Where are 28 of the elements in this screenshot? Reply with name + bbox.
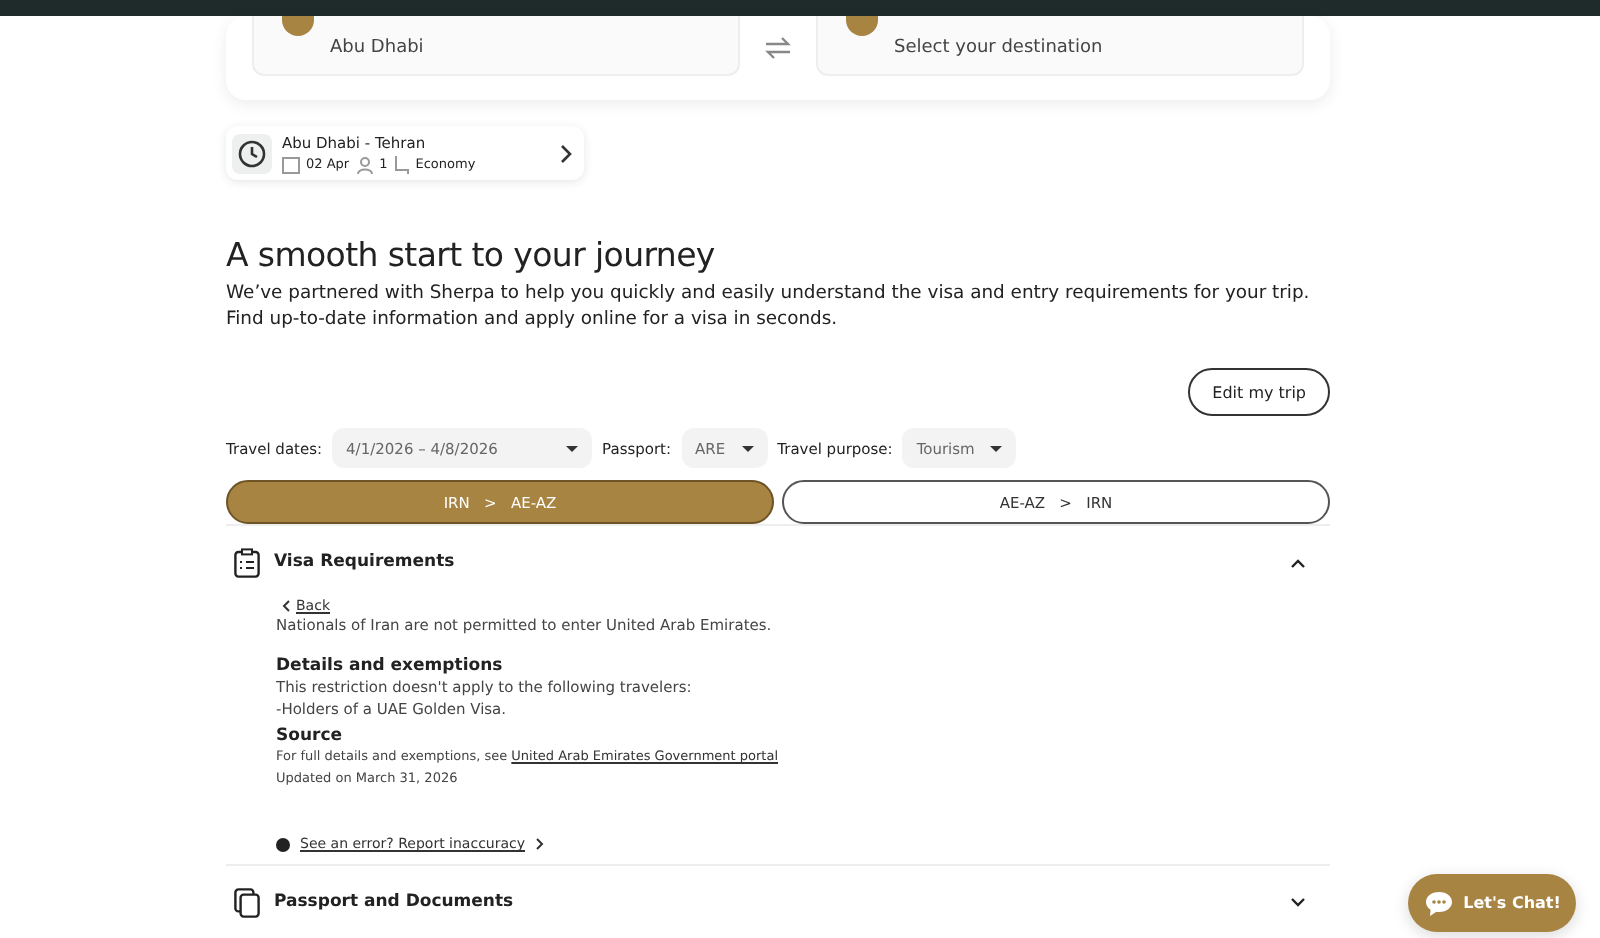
- origin-field[interactable]: Abu Dhabi: [252, 16, 740, 76]
- details-heading: Details and exemptions: [276, 656, 505, 676]
- page-heading: A smooth start to your journey: [226, 236, 717, 274]
- source-heading: Source: [276, 726, 345, 746]
- edit-trip-button[interactable]: Edit my trip: [1188, 368, 1330, 416]
- info-icon: [276, 837, 290, 851]
- clock-icon: [232, 133, 272, 173]
- location-icon: [846, 16, 878, 36]
- city-name: Abu Dhabi: [330, 38, 424, 58]
- chevron-right-icon: [560, 143, 572, 163]
- caret-icon: [566, 445, 579, 451]
- chat-bubble-icon: [1423, 889, 1454, 917]
- swap-icon[interactable]: [764, 36, 792, 60]
- location-icon: [282, 16, 314, 36]
- intro-paragraph: We’ve partnered with Sherpa to help you quickly and easily understand the visa and entry requirements for your trip. Find up-to-date information and apply online for a visa in seconds.: [226, 280, 1312, 332]
- destination-field[interactable]: Select your destination: [816, 16, 1304, 76]
- caret-icon: [741, 445, 754, 451]
- calendar-icon: [282, 155, 300, 173]
- chevron-right-icon: [535, 838, 544, 850]
- caret-icon: [990, 445, 1003, 451]
- destination-placeholder: Select your destination: [894, 38, 1103, 58]
- section-header[interactable]: Passport and Documents: [226, 866, 1330, 938]
- documents-icon: [234, 887, 260, 917]
- person-icon: [355, 155, 374, 173]
- clipboard-list-icon: [234, 547, 260, 577]
- chevron-left-icon: [282, 600, 290, 612]
- section-header[interactable]: Visa Requirements: [226, 526, 1330, 598]
- seat-icon: [393, 155, 410, 173]
